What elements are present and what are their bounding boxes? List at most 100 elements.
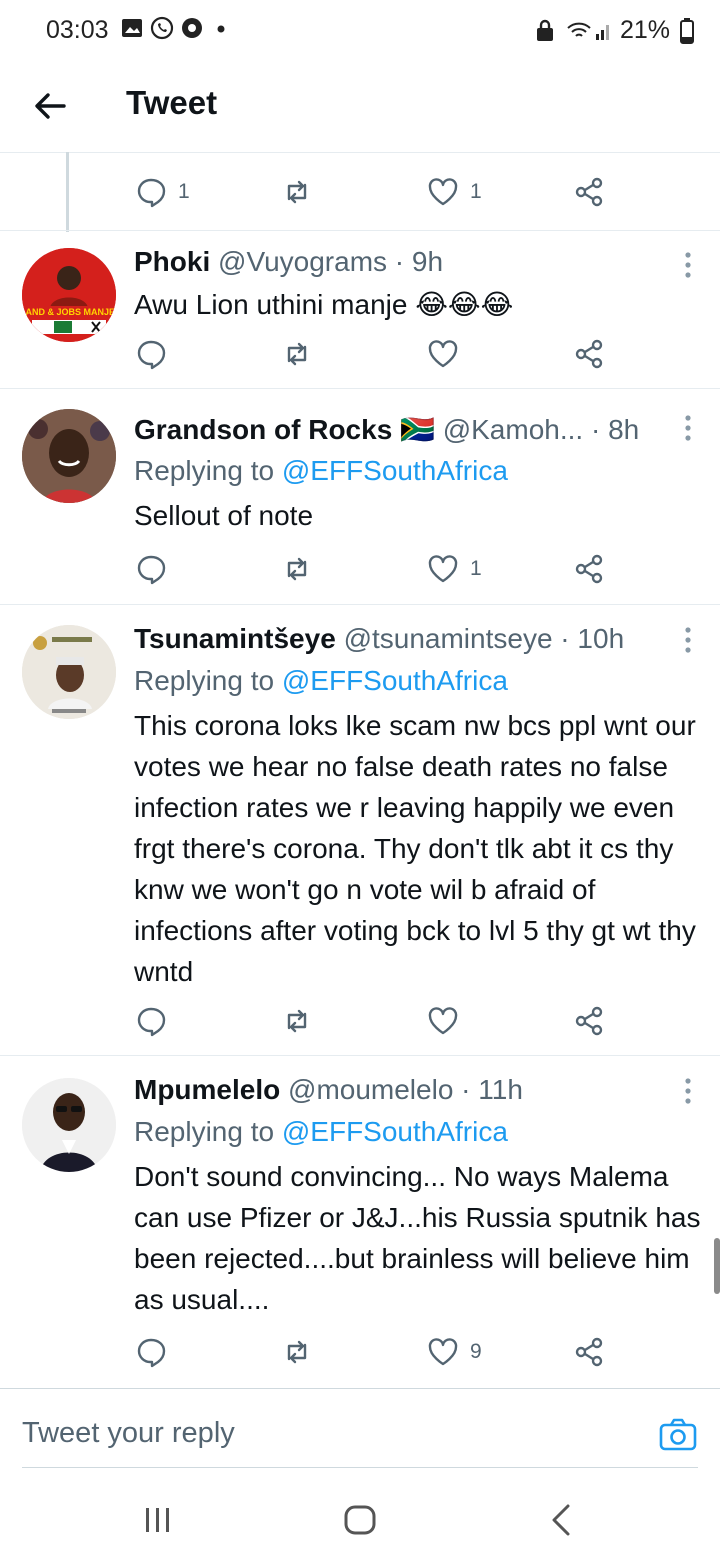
share-icon — [575, 339, 603, 369]
avatar[interactable]: LAND & JOBS MANJE! — [22, 248, 116, 342]
tweet-header: Mpumelelo @moumelelo · 11h — [134, 1074, 523, 1106]
like-button[interactable] — [426, 1001, 460, 1041]
share-button[interactable] — [572, 172, 606, 212]
author-name[interactable]: Grandson of Rocks — [134, 414, 392, 445]
app-header: Tweet — [0, 60, 720, 153]
author-handle[interactable]: @Vuyograms — [218, 246, 387, 277]
flag-emoji: 🇿🇦 — [400, 414, 435, 445]
like-icon — [428, 178, 458, 206]
like-icon — [428, 340, 458, 368]
reply-bar: Tweet your reply — [0, 1388, 720, 1481]
avatar-banner-text: LAND & JOBS MANJE! — [22, 307, 116, 317]
scrollbar-thumb[interactable] — [714, 1238, 720, 1294]
camera-icon[interactable] — [658, 1415, 698, 1455]
retweet-button[interactable] — [280, 1332, 314, 1372]
tweet-item[interactable]: Mpumelelo @moumelelo · 11h Replying to @… — [0, 1056, 720, 1388]
author-handle[interactable]: @tsunamintseye — [344, 623, 553, 654]
share-icon — [575, 177, 603, 207]
tweet-time: 11h — [478, 1074, 523, 1105]
reply-icon — [137, 178, 166, 208]
reply-input[interactable]: Tweet your reply — [22, 1417, 235, 1450]
back-nav-icon[interactable] — [542, 1500, 582, 1540]
tweet-item[interactable]: Tsunamintšeye @tsunamintseye · 10h Reply… — [0, 605, 720, 1056]
battery-icon — [680, 17, 694, 44]
like-button[interactable]: 1 — [426, 172, 482, 212]
separator: · — [552, 623, 578, 654]
retweet-icon — [287, 180, 307, 204]
reply-button[interactable] — [134, 549, 168, 589]
replying-to-link[interactable]: @EFFSouthAfrica — [282, 455, 508, 486]
lock-icon — [536, 19, 553, 41]
replying-to: Replying to @EFFSouthAfrica — [134, 665, 508, 697]
back-arrow-icon[interactable] — [30, 86, 70, 126]
more-icon[interactable] — [678, 248, 698, 282]
share-icon — [575, 1006, 603, 1036]
like-count: 9 — [470, 1340, 482, 1363]
replying-to-link[interactable]: @EFFSouthAfrica — [282, 665, 508, 696]
more-icon[interactable] — [678, 623, 698, 657]
reply-icon — [137, 1007, 166, 1037]
whatsapp-icon — [150, 16, 174, 40]
reply-button[interactable] — [134, 334, 168, 374]
reply-button[interactable]: 1 — [134, 172, 190, 212]
like-button[interactable] — [426, 334, 460, 374]
like-button[interactable]: 1 — [426, 549, 482, 589]
reply-button[interactable] — [134, 1001, 168, 1041]
author-handle[interactable]: @moumelelo — [288, 1074, 453, 1105]
like-icon — [428, 1338, 458, 1366]
author-handle[interactable]: @Kamoh... — [443, 414, 583, 445]
battery-percent: 21% — [619, 16, 670, 44]
reply-icon — [137, 1338, 166, 1368]
like-count: 1 — [470, 180, 482, 203]
tweet-time: 9h — [411, 246, 444, 277]
more-icon[interactable] — [678, 1074, 698, 1108]
retweet-icon — [287, 557, 307, 581]
separator: · — [583, 414, 609, 445]
avatar[interactable] — [22, 625, 116, 719]
author-name[interactable]: Phoki — [134, 246, 210, 277]
retweet-button[interactable] — [280, 1001, 314, 1041]
replying-to: Replying to @EFFSouthAfrica — [134, 455, 508, 487]
status-time: 03:03 — [46, 16, 109, 44]
tweet-text: Sellout of note — [134, 500, 314, 531]
retweet-button[interactable] — [280, 549, 314, 589]
home-icon[interactable] — [340, 1500, 380, 1540]
replying-to: Replying to @EFFSouthAfrica — [134, 1116, 508, 1148]
avatar-image — [22, 625, 116, 719]
retweet-button[interactable] — [280, 172, 314, 212]
reply-icon — [137, 340, 166, 370]
tweet-header: Grandson of Rocks 🇿🇦 @Kamoh... · 8h — [134, 413, 639, 446]
share-button[interactable] — [572, 1001, 606, 1041]
tweet-time: 10h — [577, 623, 625, 654]
retweet-icon — [287, 342, 307, 366]
tweet-header: Phoki @Vuyograms · 9h — [134, 246, 443, 278]
author-name[interactable]: Tsunamintšeye — [134, 623, 336, 654]
like-button[interactable]: 9 — [426, 1332, 482, 1372]
share-button[interactable] — [572, 334, 606, 374]
author-name[interactable]: Mpumelelo — [134, 1074, 280, 1105]
replying-to-label: Replying to — [134, 455, 282, 486]
retweet-icon — [287, 1340, 307, 1364]
avatar[interactable] — [22, 1078, 116, 1172]
avatar-image — [22, 1078, 116, 1172]
retweet-button[interactable] — [280, 334, 314, 374]
tweet-item[interactable]: LAND & JOBS MANJE! Phoki @Vuyograms · 9h… — [0, 230, 720, 389]
status-bar: 03:03 21% — [0, 0, 720, 60]
gallery-icon — [122, 19, 142, 37]
tweet-text: This corona loks lke scam nw bcs ppl wnt… — [134, 710, 696, 987]
status-right: 21% — [534, 16, 694, 45]
avatar[interactable] — [22, 409, 116, 503]
share-button[interactable] — [572, 549, 606, 589]
separator: · — [453, 1074, 479, 1105]
recent-apps-icon[interactable] — [138, 1500, 178, 1540]
retweet-icon — [287, 1009, 307, 1033]
share-button[interactable] — [572, 1332, 606, 1372]
tweet-item[interactable]: Grandson of Rocks 🇿🇦 @Kamoh... · 8h Repl… — [0, 389, 720, 605]
replying-to-link[interactable]: @EFFSouthAfrica — [282, 1116, 508, 1147]
wifi-signal-icon — [567, 22, 609, 40]
reply-button[interactable] — [134, 1332, 168, 1372]
reply-input-underline — [22, 1467, 698, 1468]
share-icon — [575, 554, 603, 584]
like-count: 1 — [470, 557, 482, 580]
more-icon[interactable] — [678, 411, 698, 445]
